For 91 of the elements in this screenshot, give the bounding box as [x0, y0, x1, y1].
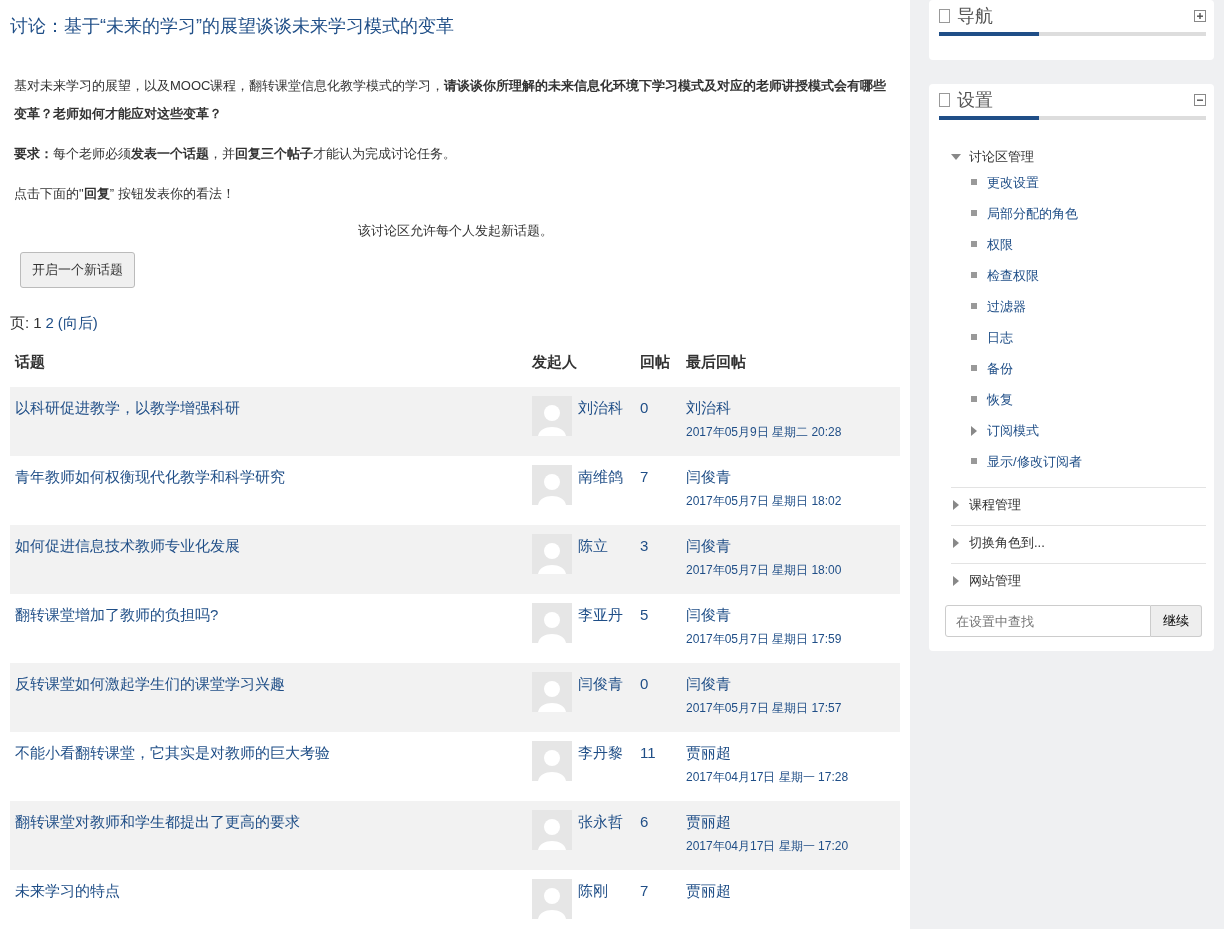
column-header: 最后回帖 [686, 353, 747, 372]
tree-link[interactable]: 权限 [987, 236, 1013, 254]
last-post-time[interactable]: 2017年05月7日 星期日 17:59 [686, 631, 842, 648]
tree-link[interactable]: 日志 [987, 329, 1013, 347]
last-poster-link[interactable]: 闫俊青 [686, 537, 731, 556]
tree-link[interactable]: 局部分配的角色 [987, 205, 1078, 223]
topic-link[interactable]: 翻转课堂对教师和学生都提出了更高的要求 [15, 813, 300, 830]
last-poster-link[interactable]: 贾丽超 [686, 882, 731, 901]
bullet-icon [969, 240, 979, 250]
reply-count-link[interactable]: 7 [640, 468, 649, 485]
author-link[interactable]: 南维鸽 [578, 468, 623, 487]
author-link[interactable]: 陈刚 [578, 882, 608, 901]
tree-link[interactable]: 过滤器 [987, 298, 1026, 316]
last-post-time[interactable]: 2017年04月17日 星期一 17:28 [686, 769, 849, 786]
topic-link[interactable]: 反转课堂如何激起学生们的课堂学习兴趣 [15, 675, 285, 692]
avatar-icon [532, 534, 572, 574]
expand-icon[interactable] [1194, 10, 1206, 22]
bullet-icon [969, 302, 979, 312]
last-post-time[interactable]: 2017年05月7日 星期日 17:57 [686, 700, 842, 717]
paragraph: 基对未来学习的展望，以及MOOC课程，翻转课堂信息化教学模式的学习，请谈谈你所理解的未来信息化环境下学习模式及对应的老师讲授模式会有哪些变革？老师如何才能应对这些变革？ [14, 77, 888, 123]
next-page-link[interactable]: (向后) [57, 314, 98, 333]
bullet-icon [969, 457, 979, 467]
topic-link[interactable]: 不能小看翻转课堂，它其实是对教师的巨大考验 [15, 744, 330, 761]
page-link[interactable]: 2 [45, 314, 54, 333]
tree-link[interactable]: 恢复 [987, 391, 1013, 409]
topic-link[interactable]: 未来学习的特点 [15, 882, 120, 899]
block-icon [939, 9, 951, 23]
reply-count-link[interactable]: 0 [640, 399, 649, 416]
bullet-icon [969, 333, 979, 343]
column-header: 话题 [13, 353, 46, 372]
avatar-icon [532, 603, 572, 643]
avatar-icon [532, 396, 572, 436]
bullet-icon [969, 395, 979, 405]
avatar-icon [532, 741, 572, 781]
last-post-time[interactable]: 2017年05月7日 星期日 18:00 [686, 562, 842, 579]
collapse-icon[interactable] [1194, 94, 1206, 106]
tree-item[interactable]: 网站管理 [969, 572, 1021, 590]
block-icon [939, 93, 951, 107]
last-poster-link[interactable]: 刘治科 [686, 399, 731, 418]
bullet-icon [969, 178, 979, 188]
column-header: 发起人 [532, 353, 578, 372]
last-post-time[interactable]: 2017年04月17日 星期一 17:20 [686, 838, 849, 855]
tree-link[interactable]: 备份 [987, 360, 1013, 378]
reply-count-link[interactable]: 7 [640, 882, 649, 899]
tree-link[interactable]: 显示/修改订阅者 [987, 453, 1082, 471]
block-title: 设置 [957, 89, 994, 112]
page-title: 讨论：基于“未来的学习”的展望谈谈未来学习模式的变革 [10, 15, 455, 38]
last-poster-link[interactable]: 闫俊青 [686, 675, 731, 694]
paragraph: 要求：每个老师必须发表一个话题，并回复三个帖子才能认为完成讨论任务。 [14, 145, 457, 163]
tree-link[interactable]: 订阅模式 [987, 422, 1039, 440]
last-post-time[interactable]: 2017年05月7日 星期日 18:02 [686, 493, 842, 510]
author-link[interactable]: 李丹黎 [578, 744, 623, 763]
tree-link[interactable]: 更改设置 [987, 174, 1039, 192]
paging-label: 页: [10, 314, 30, 333]
reply-count-link[interactable]: 3 [640, 537, 649, 554]
tree-link[interactable]: 检查权限 [987, 267, 1039, 285]
last-post-time[interactable]: 2017年05月9日 星期二 20:28 [686, 424, 842, 441]
block-title: 导航 [957, 5, 994, 28]
author-link[interactable]: 刘治科 [578, 399, 623, 418]
column-header: 回帖 [640, 353, 671, 372]
topic-link[interactable]: 以科研促进教学，以教学增强科研 [15, 399, 240, 416]
tree-item[interactable]: 切换角色到... [969, 534, 1045, 552]
avatar-icon [532, 879, 572, 919]
tree-item[interactable]: 讨论区管理 [969, 148, 1034, 166]
last-poster-link[interactable]: 贾丽超 [686, 813, 731, 832]
notice-text: 该讨论区允许每个人发起新话题。 [356, 222, 554, 240]
bullet-icon [969, 209, 979, 219]
reply-count-link[interactable]: 11 [640, 744, 656, 761]
bullet-icon [969, 364, 979, 374]
continue-button[interactable]: 继续 [1151, 605, 1202, 637]
topic-link[interactable]: 如何促进信息技术教师专业化发展 [15, 537, 240, 554]
last-poster-link[interactable]: 闫俊青 [686, 606, 731, 625]
reply-count-link[interactable]: 6 [640, 813, 649, 830]
avatar-icon [532, 672, 572, 712]
author-link[interactable]: 陈立 [578, 537, 608, 556]
topic-link[interactable]: 青年教师如何权衡现代化教学和科学研究 [15, 468, 285, 485]
last-poster-link[interactable]: 贾丽超 [686, 744, 731, 763]
author-link[interactable]: 闫俊青 [578, 675, 623, 694]
avatar-icon [532, 465, 572, 505]
reply-count-link[interactable]: 0 [640, 675, 649, 692]
paragraph: 点击下面的"回复” 按钮发表你的看法！ [14, 185, 236, 203]
new-topic-button[interactable]: 开启一个新话题 [20, 252, 135, 288]
author-link[interactable]: 李亚丹 [578, 606, 623, 625]
avatar-icon [532, 810, 572, 850]
bullet-icon [969, 271, 979, 281]
author-link[interactable]: 张永哲 [578, 813, 623, 832]
tree-item[interactable]: 课程管理 [969, 496, 1021, 514]
last-poster-link[interactable]: 闫俊青 [686, 468, 731, 487]
search-field[interactable]: 在设置中查找 [945, 605, 1151, 637]
reply-count-link[interactable]: 5 [640, 606, 649, 623]
topic-link[interactable]: 翻转课堂增加了教师的负担吗? [15, 606, 219, 623]
